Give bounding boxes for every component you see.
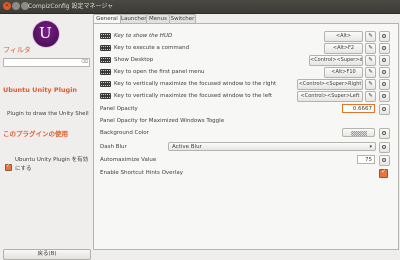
setting-label: Key to show the HUD <box>114 33 173 39</box>
reset-icon[interactable] <box>379 155 390 166</box>
reset-icon[interactable] <box>379 104 390 115</box>
title-bar: × CompizConfig 設定マネージャ <box>0 0 400 14</box>
setting-row: Key to execute a command <Alt>F2 ✎ <box>94 42 398 54</box>
setting-label: Dash Blur <box>100 144 127 150</box>
setting-label: Key to execute a command <box>114 45 190 51</box>
setting-row: Panel Opacity 0.6667 ▴ ▾ <box>94 103 398 115</box>
setting-label: Key to vertically maximize the focused w… <box>114 93 273 99</box>
window-title: CompizConfig 設定マネージャ <box>28 3 114 10</box>
filter-label: フィルタ <box>3 46 31 54</box>
reset-icon[interactable] <box>379 142 390 153</box>
dash-blur-select[interactable]: Active Blur ▾ <box>168 142 376 151</box>
setting-row: Enable Shortcut Hints Overlay <box>94 167 398 179</box>
keyboard-icon <box>100 45 111 51</box>
shortcut-button[interactable]: <Control><Super>d <box>309 55 363 66</box>
enable-plugin-label: Ubuntu Unity Plugin を有効にする <box>15 157 89 172</box>
setting-row: Dash Blur Active Blur ▾ <box>94 141 398 153</box>
edit-icon[interactable]: ✎ <box>365 79 376 90</box>
edit-icon[interactable]: ✎ <box>365 43 376 54</box>
setting-row: Show Desktop <Control><Super>d ✎ <box>94 54 398 66</box>
setting-label: Key to open the first panel menu <box>114 69 205 75</box>
plugin-name: Ubuntu Unity Plugin <box>3 86 78 94</box>
keyboard-icon <box>100 81 111 87</box>
close-window-button[interactable]: × <box>3 2 11 10</box>
reset-icon[interactable] <box>379 79 390 90</box>
enable-plugin-checkbox[interactable] <box>5 163 12 171</box>
keyboard-icon <box>100 69 111 75</box>
plugin-description: Plugin to draw the Unity Shell <box>7 111 89 117</box>
setting-row: Key to vertically maximize the focused w… <box>94 78 398 90</box>
setting-label: Panel Opacity for Maximized Windows Togg… <box>100 118 225 124</box>
setting-row: Key to vertically maximize the focused w… <box>94 90 398 102</box>
edit-icon[interactable]: ✎ <box>365 31 376 42</box>
minimize-window-button[interactable] <box>12 2 20 10</box>
setting-row: Background Color <box>94 127 398 139</box>
setting-row: Automaximize Value 75 <box>94 154 398 166</box>
setting-row: Key to open the first panel menu <Alt>F1… <box>94 66 398 78</box>
edit-icon[interactable]: ✎ <box>365 55 376 66</box>
edit-icon[interactable]: ✎ <box>365 91 376 102</box>
reset-icon[interactable] <box>379 128 390 139</box>
setting-label: Enable Shortcut Hints Overlay <box>100 170 183 176</box>
setting-label: Background Color <box>100 130 149 136</box>
reset-icon[interactable] <box>379 31 390 42</box>
edit-icon[interactable]: ✎ <box>365 67 376 78</box>
unity-logo-icon: U ™ <box>33 21 59 47</box>
reset-icon[interactable] <box>379 91 390 102</box>
settings-panel: Key to show the HUD <Alt> ✎ Key to execu… <box>93 23 399 250</box>
panel-opacity-input[interactable]: 0.6667 <box>342 104 375 113</box>
clear-search-icon[interactable]: ⌫ <box>81 59 88 66</box>
setting-label: Show Desktop <box>114 57 154 63</box>
shortcut-button[interactable]: <Alt>F2 <box>324 43 363 54</box>
reset-icon[interactable] <box>379 43 390 54</box>
shortcut-button[interactable]: <Control><Super>Left <box>297 91 363 102</box>
use-plugin-heading: このプラグインの使用 <box>3 130 68 138</box>
filter-input[interactable]: ⌫ <box>3 58 90 67</box>
sidebar: U ™ フィルタ ⌫ Ubuntu Unity Plugin Plugin to … <box>0 14 92 260</box>
shortcut-button[interactable]: <Control><Super>Right <box>297 79 363 90</box>
automaximize-input[interactable]: 75 <box>357 155 375 164</box>
background-color-button[interactable] <box>342 128 375 137</box>
reset-icon[interactable] <box>379 55 390 66</box>
reset-icon[interactable] <box>379 67 390 78</box>
shortcut-hints-checkbox[interactable] <box>379 168 388 178</box>
setting-label: Panel Opacity <box>100 106 138 112</box>
shortcut-button[interactable]: <Alt>F10 <box>324 67 363 78</box>
keyboard-icon <box>100 57 111 63</box>
setting-row: Panel Opacity for Maximized Windows Togg… <box>94 115 398 127</box>
chevron-down-icon: ▾ <box>369 144 372 150</box>
color-swatch <box>351 131 367 136</box>
keyboard-icon <box>100 93 111 99</box>
setting-label: Key to vertically maximize the focused w… <box>114 81 277 87</box>
shortcut-button[interactable]: <Alt> <box>324 31 363 42</box>
setting-row: Key to show the HUD <Alt> ✎ <box>94 30 398 42</box>
keyboard-icon <box>100 33 111 39</box>
setting-label: Automaximize Value <box>100 157 157 163</box>
